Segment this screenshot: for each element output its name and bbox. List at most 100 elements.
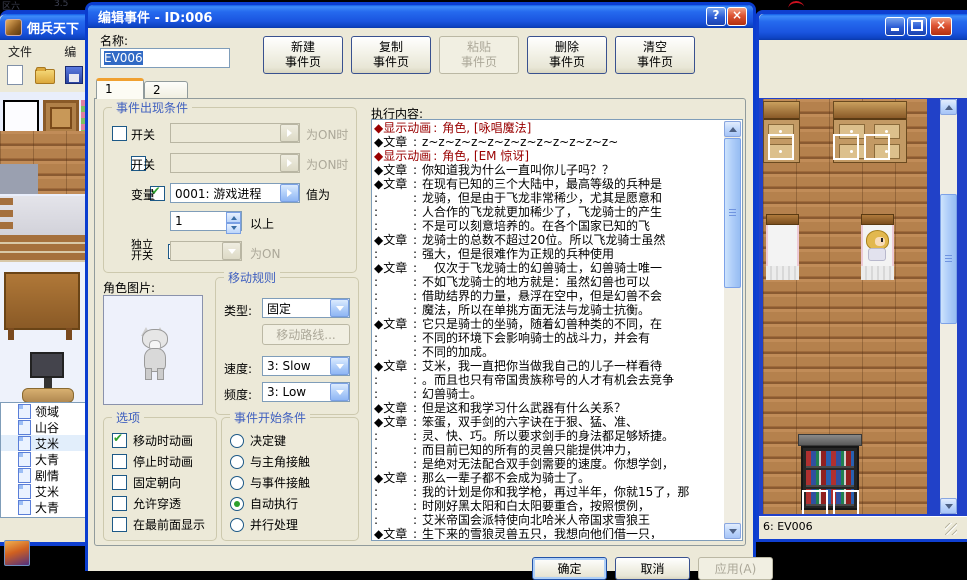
- command-line[interactable]: ◆文章: 仅次于飞龙骑士的幻兽骑士，幻兽骑士唯一: [374, 261, 724, 275]
- command-line[interactable]: ::不如飞龙骑士的地方就是：虽然幻兽也可以: [374, 275, 724, 289]
- trigger-row[interactable]: 自动执行: [230, 493, 356, 514]
- command-line[interactable]: ◆文章:笨蛋，双手剑的六字诀在于狠、猛、准、: [374, 415, 724, 429]
- move-freq-dropdown-icon[interactable]: [330, 383, 349, 401]
- trigger-row[interactable]: 与主角接触: [230, 451, 356, 472]
- stepper-up-icon[interactable]: [226, 212, 241, 223]
- self-switch-dropdown-icon[interactable]: [222, 242, 241, 260]
- palette-furniture-tiles[interactable]: [0, 262, 87, 402]
- scrollbar-thumb[interactable]: [940, 194, 957, 324]
- command-line[interactable]: ◆显示动画:角色, [EM 惊讶]: [374, 149, 724, 163]
- command-line[interactable]: ::而目前已知的所有的灵兽只能提供冲力，: [374, 443, 724, 457]
- palette-brick-tiles[interactable]: [0, 235, 87, 262]
- dialog-footer-button[interactable]: 确定: [532, 557, 607, 580]
- trigger-row[interactable]: 与事件接触: [230, 472, 356, 493]
- switch1-combo[interactable]: [170, 123, 300, 143]
- switch2-combo[interactable]: [170, 153, 300, 173]
- option-row[interactable]: 停止时动画: [112, 451, 214, 472]
- event-cell-marker[interactable]: [802, 490, 828, 514]
- scrollbar-thumb[interactable]: [724, 138, 741, 288]
- option-row[interactable]: 在最前面显示: [112, 514, 214, 535]
- command-line[interactable]: ◆文章:在现有已知的三个大陆中，最高等级的兵种是: [374, 177, 724, 191]
- maximize-button[interactable]: [907, 17, 927, 36]
- dialog-footer-button[interactable]: 取消: [615, 557, 690, 580]
- map-tree-item[interactable]: 领域: [1, 403, 85, 419]
- menu-file[interactable]: 文件(F): [8, 43, 46, 61]
- switch1-checkbox[interactable]: [112, 126, 127, 141]
- command-line[interactable]: ◆文章:龙骑士的总数不超过20位。所以飞龙骑士虽然: [374, 233, 724, 247]
- event-page-tab[interactable]: 1: [96, 78, 144, 99]
- option-row[interactable]: 允许穿透: [112, 493, 214, 514]
- palette-wall-tiles[interactable]: [0, 196, 87, 235]
- trigger-radio[interactable]: [230, 434, 244, 448]
- open-project-button[interactable]: [35, 65, 55, 85]
- map-tree-item[interactable]: 大青: [1, 451, 85, 467]
- map-tree-item[interactable]: 剧情: [1, 467, 85, 483]
- trigger-row[interactable]: 决定键: [230, 430, 356, 451]
- event-page-button[interactable]: 粘贴 事件页: [439, 36, 519, 74]
- trigger-radio[interactable]: [230, 518, 244, 532]
- move-speed-select[interactable]: 3: Slow: [262, 356, 350, 376]
- command-line[interactable]: ◆显示动画:角色, [咏唱魔法]: [374, 121, 724, 135]
- variable-picker-icon[interactable]: [280, 184, 299, 202]
- map-window-titlebar[interactable]: ×: [759, 14, 967, 40]
- command-line[interactable]: ::我的计划是你和我学枪，再过半年，你就15了，那: [374, 485, 724, 499]
- trigger-radio[interactable]: [230, 455, 244, 469]
- variable-amount-stepper[interactable]: 1: [170, 211, 242, 231]
- option-checkbox[interactable]: [112, 517, 127, 532]
- map-canvas[interactable]: [763, 99, 927, 514]
- command-line[interactable]: ::是绝对无法配合双手剑需要的速度。你想学剑，: [374, 457, 724, 471]
- command-line[interactable]: ::龙骑，但是由于飞龙非常稀少，尤其是愿意和: [374, 191, 724, 205]
- dialog-footer-button[interactable]: 应用(A): [698, 557, 773, 580]
- event-name-input[interactable]: EV006: [100, 48, 230, 68]
- command-line[interactable]: ::魔法，所以在单挑方面无法与龙骑士抗衡。: [374, 303, 724, 317]
- command-line[interactable]: ::不同的环境下会影响骑士的战斗力，并会有: [374, 331, 724, 345]
- command-line[interactable]: ::人合作的飞龙就更加稀少了，飞龙骑士的产生: [374, 205, 724, 219]
- resize-grip[interactable]: [945, 523, 957, 535]
- command-line[interactable]: ::不同的加成。: [374, 345, 724, 359]
- command-line[interactable]: ◆文章:z~z~z~z~z~z~z~z~z~z~z~z~: [374, 135, 724, 149]
- command-line[interactable]: ◆文章:但是这和我学习什么武器有什么关系？: [374, 401, 724, 415]
- close-icon[interactable]: ×: [930, 17, 952, 36]
- command-listbox[interactable]: ◆显示动画:角色, [咏唱魔法] ◆文章:z~z~z~z~z~z~z~z~z~z…: [371, 119, 743, 541]
- new-project-button[interactable]: [5, 65, 25, 85]
- map-vertical-scrollbar[interactable]: [940, 99, 957, 514]
- event-page-tab[interactable]: 2: [144, 81, 188, 99]
- command-line[interactable]: ::灵、快、巧。所以要求剑手的身法都足够矫捷。: [374, 429, 724, 443]
- taskbar-thumbnail-icon[interactable]: [4, 540, 30, 566]
- command-list-scrollbar[interactable]: [724, 121, 741, 539]
- command-line[interactable]: ◆文章:那么一辈子都不会成为骑士了。: [374, 471, 724, 485]
- command-line[interactable]: ◆文章:它只是骑士的坐骑，随着幻兽种类的不同，在: [374, 317, 724, 331]
- trigger-row[interactable]: 并行处理: [230, 514, 356, 535]
- map-tree-item[interactable]: 艾米: [1, 483, 85, 499]
- event-cell-marker[interactable]: [833, 490, 859, 514]
- option-checkbox[interactable]: [112, 454, 127, 469]
- scroll-down-icon[interactable]: [940, 498, 957, 514]
- option-checkbox[interactable]: [112, 433, 127, 448]
- close-icon[interactable]: ×: [727, 7, 747, 26]
- event-cell-marker[interactable]: [833, 134, 859, 160]
- switch2-picker-icon[interactable]: [280, 154, 299, 172]
- editor-window-titlebar[interactable]: 佣兵天下: [0, 14, 87, 40]
- option-row[interactable]: 固定朝向: [112, 472, 214, 493]
- save-project-button[interactable]: [65, 65, 85, 85]
- dialog-titlebar[interactable]: 编辑事件 - ID:006 ? ×: [88, 5, 753, 28]
- minimize-button[interactable]: [885, 17, 905, 36]
- event-page-button[interactable]: 新建 事件页: [263, 36, 343, 74]
- move-type-select[interactable]: 固定: [262, 298, 350, 318]
- variable-combo[interactable]: 0001: 游戏进程: [170, 183, 300, 203]
- stepper-down-icon[interactable]: [226, 223, 241, 234]
- command-line[interactable]: ◆文章:你知道我为什么一直叫你儿子吗？？: [374, 163, 724, 177]
- event-cell-marker[interactable]: [768, 134, 794, 160]
- option-checkbox[interactable]: [112, 475, 127, 490]
- event-cell-marker[interactable]: [864, 134, 890, 160]
- self-switch-combo[interactable]: [170, 241, 242, 261]
- command-line[interactable]: ◆文章:艾米，我一直把你当做我自己的儿子一样看待: [374, 359, 724, 373]
- move-freq-select[interactable]: 3: Low: [262, 382, 350, 402]
- option-row[interactable]: 移动时动画: [112, 430, 214, 451]
- scroll-up-icon[interactable]: [724, 121, 741, 137]
- command-line[interactable]: ::时刚好黑太阳和白太阳要重合，按照惯例，: [374, 499, 724, 513]
- command-line[interactable]: ::强大，但是很难作为正规的兵种使用: [374, 247, 724, 261]
- trigger-radio[interactable]: [230, 497, 244, 511]
- scroll-down-icon[interactable]: [724, 523, 741, 539]
- map-tree-list[interactable]: 领域 山谷 艾米 大青 剧情 艾米: [0, 402, 86, 518]
